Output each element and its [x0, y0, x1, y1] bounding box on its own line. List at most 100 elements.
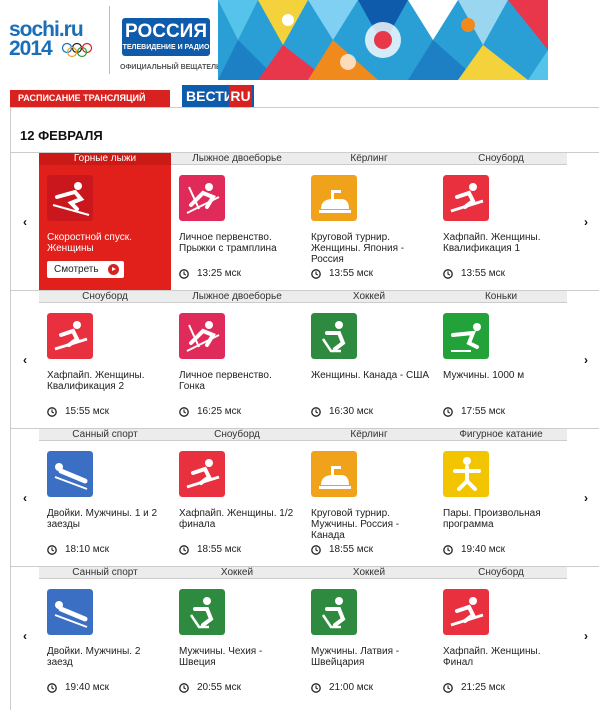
- next-arrow-button[interactable]: ›: [572, 153, 599, 290]
- event-description: Женщины. Канада - США: [311, 370, 430, 381]
- event-description: Двойки. Мужчины. 1 и 2 заезды: [47, 508, 158, 530]
- sport-name: Хоккей: [303, 291, 435, 303]
- vesti-ru-label: RU: [229, 85, 252, 107]
- event-description: Двойки. Мужчины. 2 заезд: [47, 646, 141, 668]
- event-time-label: 21:00 мск: [329, 682, 374, 693]
- event-description: Мужчины. Латвия - Швейцария: [311, 646, 400, 668]
- snowboard-icon: [47, 313, 93, 359]
- event-time: 17:55 мск: [443, 406, 505, 417]
- clock-icon: [311, 544, 321, 555]
- event-time-label: 17:55 мск: [461, 406, 506, 417]
- clock-icon: [443, 268, 453, 279]
- luge-icon: [47, 451, 93, 497]
- event-time: 13:55 мск: [311, 268, 373, 279]
- figure-skating-icon: [443, 451, 489, 497]
- next-arrow-button[interactable]: ›: [572, 429, 599, 566]
- sport-name: Хоккей: [171, 567, 303, 579]
- rossiya-logo-subtitle: ТЕЛЕВИДЕНИЕ И РАДИО: [122, 44, 210, 51]
- vesti-ru-logo[interactable]: ВЕСТИRU: [182, 85, 254, 107]
- event-card[interactable]: Лыжное двоеборье Личное первенство. Гонка…: [171, 291, 303, 428]
- clock-icon: [443, 406, 453, 417]
- nordic-combined-icon: [179, 313, 225, 359]
- event-time-label: 21:25 мск: [461, 682, 506, 693]
- snowboard-icon: [443, 589, 489, 635]
- event-card[interactable]: Фигурное катание Пары. Произвольная прогр…: [435, 429, 567, 566]
- schedule-row: ‹ Санный спорт Двойки. Мужчины. 2 заезд 19:…: [11, 566, 599, 704]
- rossiya-logo[interactable]: РОССИЯ ТЕЛЕВИДЕНИЕ И РАДИО: [122, 18, 210, 56]
- event-card[interactable]: Сноуборд Хафпайп. Женщины. Квалификация 1…: [435, 153, 567, 290]
- clock-icon: [443, 682, 453, 693]
- prev-arrow-button[interactable]: ‹: [11, 153, 39, 290]
- rossiya-logo-title: РОССИЯ: [125, 21, 207, 42]
- event-time: 13:25 мск: [179, 268, 241, 279]
- clock-icon: [179, 544, 189, 555]
- clock-icon: [47, 682, 57, 693]
- next-arrow-button[interactable]: ›: [572, 291, 599, 428]
- event-time-label: 20:55 мск: [197, 682, 242, 693]
- event-card[interactable]: Хоккей Мужчины. Чехия - Швеция 20:55 мск: [171, 567, 303, 704]
- event-time: 16:30 мск: [311, 406, 373, 417]
- event-time-label: 18:55 мск: [197, 544, 242, 555]
- tab-broadcast-schedule[interactable]: РАСПИСАНИЕ ТРАНСЛЯЦИЙ: [10, 90, 170, 107]
- event-time-label: 19:40 мск: [461, 544, 506, 555]
- clock-icon: [179, 406, 189, 417]
- clock-icon: [311, 268, 321, 279]
- event-time: 18:10 мск: [47, 544, 109, 555]
- official-broadcaster-label: ОФИЦИАЛЬНЫЙ ВЕЩАТЕЛЬ: [120, 64, 222, 71]
- event-card[interactable]: Кёрлинг Круговой турнир. Женщины. Япония …: [303, 153, 435, 290]
- hockey-icon: [179, 589, 225, 635]
- event-time-label: 18:55 мск: [329, 544, 374, 555]
- event-card[interactable]: Лыжное двоеборье Личное первенство. Прыжк…: [171, 153, 303, 290]
- curling-icon: [311, 175, 357, 221]
- watch-label: Смотреть: [54, 264, 99, 275]
- prev-arrow-button[interactable]: ‹: [11, 291, 39, 428]
- event-time-label: 16:30 мск: [329, 406, 374, 417]
- hockey-icon: [311, 589, 357, 635]
- watch-button[interactable]: Смотреть: [47, 261, 124, 278]
- event-card[interactable]: Горные лыжи Скоростной спуск. Женщины Смот…: [39, 153, 171, 290]
- event-description: Круговой турнир. Женщины. Япония - Росси…: [311, 232, 405, 265]
- event-card[interactable]: Санный спорт Двойки. Мужчины. 2 заезд 19:4…: [39, 567, 171, 704]
- sport-name: Сноуборд: [39, 291, 171, 303]
- snowboard-icon: [443, 175, 489, 221]
- sport-name: Лыжное двоеборье: [171, 291, 303, 303]
- speed-skating-icon: [443, 313, 489, 359]
- event-card[interactable]: Кёрлинг Круговой турнир. Мужчины. Россия …: [303, 429, 435, 566]
- prev-arrow-button[interactable]: ‹: [11, 429, 39, 566]
- sport-name: Санный спорт: [39, 567, 171, 579]
- event-card[interactable]: Сноуборд Хафпайп. Женщины. 1/2 финала 18:5…: [171, 429, 303, 566]
- prev-arrow-button[interactable]: ‹: [11, 567, 39, 704]
- clock-icon: [443, 544, 453, 555]
- event-card[interactable]: Коньки Мужчины. 1000 м 17:55 мск: [435, 291, 567, 428]
- event-time: 18:55 мск: [179, 544, 241, 555]
- event-card[interactable]: Хоккей Мужчины. Латвия - Швейцария 21:00 м…: [303, 567, 435, 704]
- sochi-2014-logo[interactable]: sochi.ru 2014: [9, 19, 104, 60]
- event-card[interactable]: Сноуборд Хафпайп. Женщины. Финал 21:25 мск: [435, 567, 567, 704]
- event-time: 18:55 мск: [311, 544, 373, 555]
- event-card[interactable]: Сноуборд Хафпайп. Женщины. Квалификация 2…: [39, 291, 171, 428]
- event-card[interactable]: Хоккей Женщины. Канада - США 16:30 мск: [303, 291, 435, 428]
- clock-icon: [179, 268, 189, 279]
- nordic-combined-icon: [179, 175, 225, 221]
- event-description: Хафпайп. Женщины. Финал: [443, 646, 541, 668]
- event-description: Хафпайп. Женщины. Квалификация 2: [47, 370, 145, 392]
- play-icon: [108, 264, 119, 275]
- event-time-label: 13:55 мск: [461, 268, 506, 279]
- hockey-icon: [311, 313, 357, 359]
- sport-name: Горные лыжи: [39, 153, 171, 165]
- sport-name: Кёрлинг: [303, 153, 435, 165]
- decorative-pattern-image: [218, 0, 548, 80]
- sport-name: Сноуборд: [171, 429, 303, 441]
- banner-divider: [109, 6, 110, 74]
- date-heading: 12 ФЕВРАЛЯ: [20, 128, 103, 143]
- event-time: 16:25 мск: [179, 406, 241, 417]
- clock-icon: [311, 406, 321, 417]
- next-arrow-button[interactable]: ›: [572, 567, 599, 704]
- event-time: 21:25 мск: [443, 682, 505, 693]
- olympic-rings-icon: [61, 42, 93, 58]
- event-card[interactable]: Санный спорт Двойки. Мужчины. 1 и 2 заезд…: [39, 429, 171, 566]
- clock-icon: [47, 544, 57, 555]
- schedule-panel: 12 ФЕВРАЛЯ ‹ Горные лыжи Скоростной спуск.…: [10, 107, 599, 710]
- event-description: Хафпайп. Женщины. 1/2 финала: [179, 508, 294, 530]
- event-time-label: 19:40 мск: [65, 682, 110, 693]
